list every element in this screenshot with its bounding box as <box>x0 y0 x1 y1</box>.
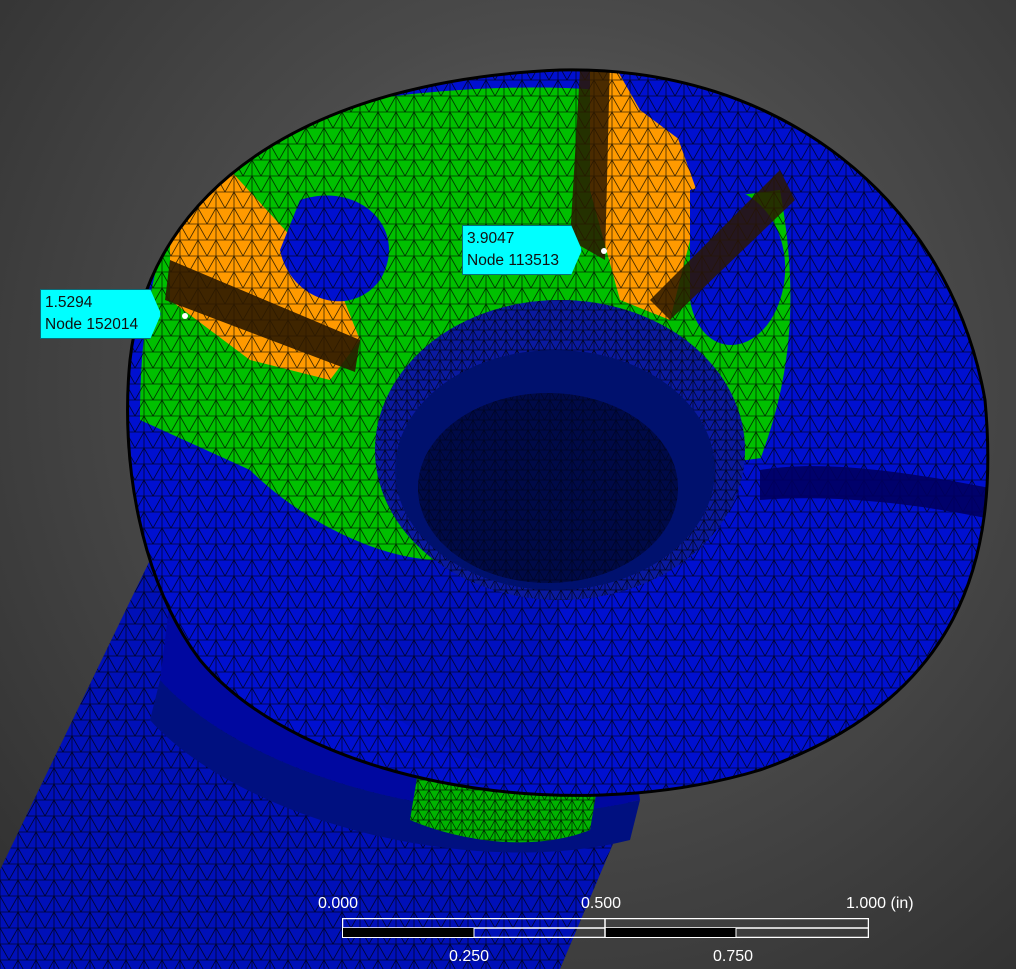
probe-node: Node 113513 <box>467 252 559 269</box>
graphics-viewport[interactable]: 1.5294 Node 152014 3.9047 Node 113513 0.… <box>0 0 1016 969</box>
scale-label-750: 0.750 <box>713 948 754 965</box>
probe-annotation-1[interactable]: 1.5294 Node 152014 <box>40 289 162 339</box>
probe-value: 3.9047 <box>467 230 515 247</box>
scale-label-500: 0.500 <box>581 895 622 912</box>
probe-annotation-2[interactable]: 3.9047 Node 113513 <box>462 225 582 275</box>
scale-label-1000: 1.000 (in) <box>846 895 914 912</box>
scale-label-0: 0.000 <box>318 895 359 912</box>
probe-node: Node 152014 <box>45 316 139 333</box>
scale-label-250: 0.250 <box>449 948 490 965</box>
fea-model-render[interactable] <box>0 0 1016 969</box>
probe-value: 1.5294 <box>45 294 93 311</box>
scale-bar-graphic <box>342 918 869 938</box>
